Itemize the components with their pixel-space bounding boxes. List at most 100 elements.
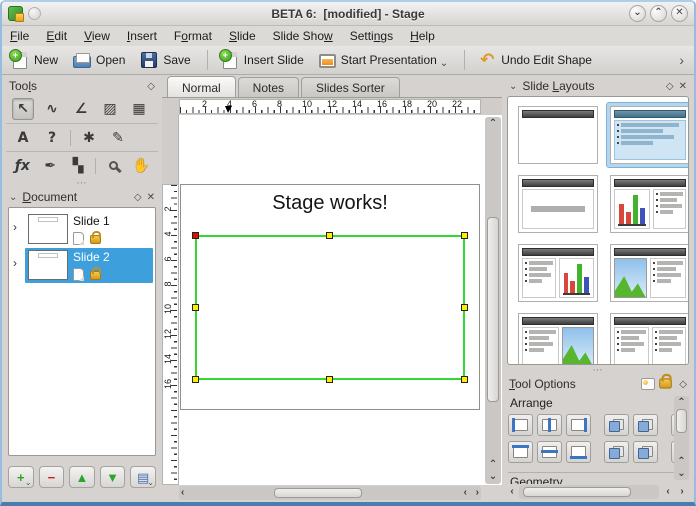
menu-file[interactable]: File	[10, 29, 29, 43]
slide-list-item[interactable]: ›Slide 2	[9, 248, 153, 283]
tool-options-vertical-scrollbar[interactable]: ⌃ ⌃ ⌄	[674, 396, 689, 480]
add-slide-button[interactable]: +⌄	[8, 466, 34, 488]
collapse-dock-icon[interactable]: ⌄	[509, 81, 517, 92]
layout-title-only[interactable]	[515, 103, 601, 167]
layout-title-bullets[interactable]	[607, 103, 689, 167]
align-vcenter-button[interactable]	[537, 441, 562, 463]
menu-slide[interactable]: Slide	[229, 29, 256, 43]
scrollbar-thumb[interactable]	[487, 217, 499, 402]
float-dock-icon[interactable]: ◇	[666, 81, 674, 92]
video-tool[interactable]: ▦	[128, 98, 150, 120]
delete-slide-button[interactable]: −	[39, 466, 65, 488]
expander-icon[interactable]: ›	[13, 248, 25, 278]
scroll-down-icon[interactable]: ⌄	[674, 468, 689, 480]
scroll-left-icon[interactable]: ‹	[663, 486, 673, 498]
resize-handle-top-center[interactable]	[326, 232, 333, 239]
resize-handle-bottom-center[interactable]	[326, 376, 333, 383]
tool-options-horizontal-scrollbar[interactable]: ‹ ‹ ›	[507, 485, 689, 499]
slide-thumbnail[interactable]	[28, 214, 68, 244]
close-dock-icon[interactable]: ✕	[679, 81, 687, 92]
resize-handle-middle-right[interactable]	[461, 304, 468, 311]
tab-normal[interactable]: Normal	[167, 76, 236, 97]
menu-format[interactable]: Format	[174, 29, 212, 43]
layout-bullets-chart[interactable]	[515, 241, 601, 305]
menu-edit[interactable]: Edit	[46, 29, 67, 43]
maximize-button[interactable]: ⌃	[650, 5, 667, 22]
minimize-button[interactable]: ⌄	[629, 5, 646, 22]
slide-page[interactable]: Stage works!	[180, 184, 480, 410]
undo-button[interactable]: ↶Undo Edit Shape	[475, 49, 598, 71]
insert-slide-button[interactable]: Insert Slide	[218, 50, 310, 71]
lock-icon[interactable]	[90, 271, 101, 280]
scroll-left-icon[interactable]: ‹	[464, 487, 467, 499]
scroll-up-icon[interactable]: ⌃	[674, 397, 689, 409]
select-tool[interactable]: ↖	[12, 98, 34, 120]
align-top-button[interactable]	[508, 441, 533, 463]
notes-tool[interactable]: ?	[41, 127, 63, 149]
canvas-horizontal-scrollbar[interactable]: ‹ ‹ ›	[179, 486, 481, 500]
formula-tool[interactable]: ƒx	[12, 155, 33, 177]
scroll-up-icon[interactable]: ⌃	[485, 118, 501, 130]
float-dock-icon[interactable]: ◇	[147, 81, 155, 92]
slide-title-text[interactable]: Stage works!	[181, 192, 479, 215]
start-presentation-button[interactable]: Start Presentation⌄	[316, 50, 454, 70]
align-bottom-button[interactable]	[566, 441, 591, 463]
slide-list-item[interactable]: ›Slide 1	[9, 212, 153, 247]
scrollbar-thumb[interactable]	[274, 488, 362, 498]
menu-insert[interactable]: Insert	[127, 29, 157, 43]
window-menu-button[interactable]	[28, 7, 41, 20]
resize-handle-bottom-left[interactable]	[192, 376, 199, 383]
scroll-left-icon[interactable]: ‹	[181, 487, 184, 499]
scroll-left-icon[interactable]: ‹	[507, 486, 517, 498]
calligraphy-tool[interactable]: ✒	[40, 155, 61, 177]
lock-icon[interactable]	[659, 378, 672, 388]
pan-tool[interactable]: ✋	[131, 155, 152, 177]
resize-handle-middle-left[interactable]	[192, 304, 199, 311]
layout-image-bullets[interactable]	[607, 241, 689, 305]
close-button[interactable]: ✕	[671, 5, 688, 22]
slide-canvas[interactable]: 246810121416 Stage works!	[162, 115, 502, 485]
move-slide-down-button[interactable]: ▼	[100, 466, 126, 488]
slide-thumbnail[interactable]	[28, 250, 68, 280]
align-left-button[interactable]	[508, 414, 533, 436]
save-button[interactable]: Save	[137, 49, 196, 71]
layout-title-subtitle[interactable]	[515, 172, 601, 236]
menu-view[interactable]: View	[84, 29, 110, 43]
layout-two-bullets[interactable]	[607, 310, 689, 365]
collapse-dock-icon[interactable]: ⌄	[9, 192, 17, 203]
connection-tool[interactable]: ∠	[70, 98, 92, 120]
lower-button[interactable]	[633, 441, 658, 463]
open-button[interactable]: Open	[70, 50, 131, 70]
animation-tool[interactable]: ▨	[99, 98, 121, 120]
lock-icon[interactable]	[90, 235, 101, 244]
resize-handle-top-left[interactable]	[192, 232, 199, 239]
menu-help[interactable]: Help	[410, 29, 435, 43]
align-hcenter-button[interactable]	[537, 414, 562, 436]
zoom-tool[interactable]	[103, 155, 124, 177]
shape-collection-tool[interactable]: ✱	[78, 127, 100, 149]
tab-slides-sorter[interactable]: Slides Sorter	[301, 77, 400, 97]
scroll-right-icon[interactable]: ›	[476, 487, 479, 499]
path-edit-tool[interactable]: ∿	[41, 98, 63, 120]
menu-slide-show[interactable]: Slide Show	[273, 29, 333, 43]
align-right-button[interactable]	[566, 414, 591, 436]
scroll-up-icon[interactable]: ⌃	[674, 456, 689, 468]
menu-settings[interactable]: Settings	[350, 29, 393, 43]
expander-icon[interactable]: ›	[13, 212, 25, 242]
pattern-tool[interactable]: ▚	[68, 155, 89, 177]
close-dock-icon[interactable]: ✕	[147, 192, 155, 203]
dock-splitter[interactable]: ⋯	[4, 181, 160, 188]
raise-button[interactable]	[604, 441, 629, 463]
resize-handle-bottom-right[interactable]	[461, 376, 468, 383]
title-bar[interactable]: BETA 6: [modified] - Stage ⌄⌃✕	[2, 2, 694, 26]
scroll-right-icon[interactable]: ›	[677, 486, 687, 498]
scrollbar-thumb[interactable]	[523, 487, 631, 497]
move-slide-up-button[interactable]: ▲	[69, 466, 95, 488]
new-button[interactable]: New	[8, 50, 64, 71]
bring-forward-button[interactable]	[604, 414, 629, 436]
shape-properties-icon[interactable]	[641, 378, 655, 390]
float-dock-icon[interactable]: ◇	[679, 379, 687, 390]
selected-text-placeholder[interactable]	[195, 235, 465, 380]
send-backward-button[interactable]	[633, 414, 658, 436]
freehand-tool[interactable]: ✎	[107, 127, 129, 149]
